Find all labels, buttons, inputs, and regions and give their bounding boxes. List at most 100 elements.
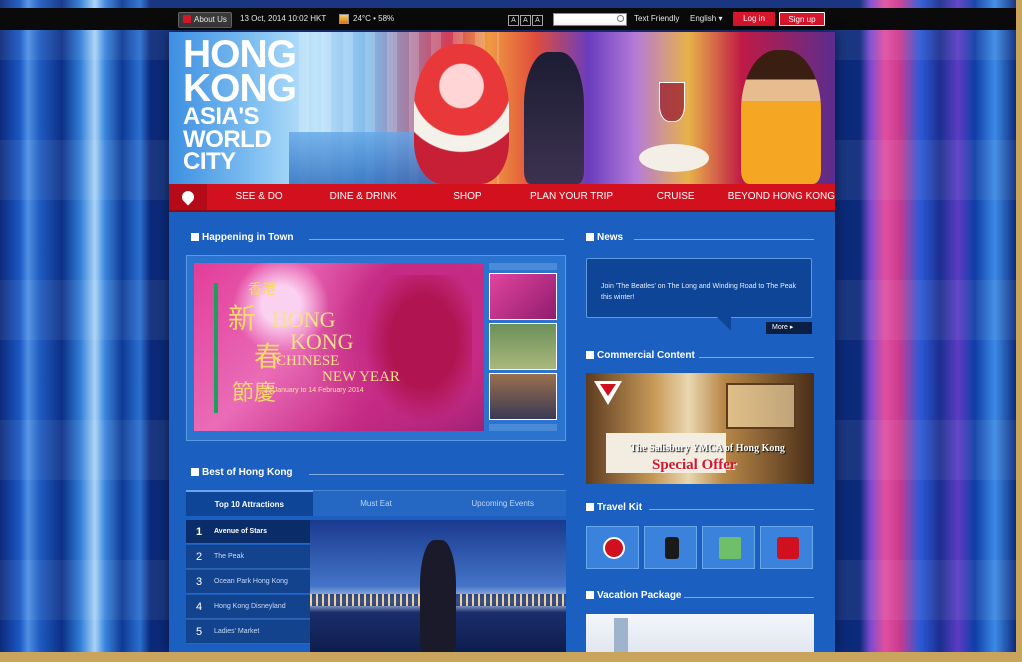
vacation-package-image[interactable] — [586, 614, 814, 652]
hero-en-line: NEW YEAR — [322, 369, 400, 385]
date-time: 13 Oct, 2014 10:02 HKT — [240, 14, 327, 23]
list-item[interactable]: 1 Avenue of Stars — [186, 520, 322, 544]
weather-icon — [339, 14, 349, 24]
home-icon[interactable] — [169, 184, 207, 210]
speech-bubble-tail — [717, 317, 731, 331]
nav-cruise[interactable]: CRUISE — [624, 184, 728, 210]
divider — [649, 509, 814, 510]
list-item-number: 2 — [196, 551, 203, 563]
travel-kit-tile[interactable] — [586, 526, 639, 569]
newspaper-icon — [586, 233, 594, 241]
site-main-column: HONG KONG ASIA'S WORLD CITY SEE & DO DIN… — [169, 32, 835, 652]
attractions-list: 1 Avenue of Stars 2 The Peak 3 Ocean Park H… — [186, 520, 322, 652]
banner-title-line: ASIA'S — [183, 103, 260, 131]
travel-kit-tile[interactable] — [760, 526, 813, 569]
news-text[interactable]: Join 'The Beatles' on The Long and Windi… — [601, 281, 801, 303]
attraction-photo[interactable] — [310, 520, 566, 652]
banner-title-line: KONG — [183, 66, 297, 110]
green-accent-bar — [214, 283, 218, 413]
login-button[interactable]: Log in — [733, 12, 775, 26]
list-item[interactable]: 4 Hong Kong Disneyland — [186, 595, 310, 619]
list-item-number: 1 — [196, 526, 203, 538]
news-heading-label: News — [597, 232, 624, 243]
tab-top-10-attractions[interactable]: Top 10 Attractions — [186, 490, 313, 516]
best-of-hk-heading: Best of Hong Kong — [191, 467, 293, 478]
font-size-large-button[interactable]: A — [532, 15, 543, 26]
carousel-down-arrow-icon[interactable] — [489, 424, 557, 431]
carousel-thumbnail[interactable] — [489, 323, 557, 370]
temperature-humidity: 24°C • 58% — [353, 14, 395, 23]
search-icon[interactable] — [617, 15, 624, 22]
thumbs-up-icon — [191, 468, 199, 476]
carousel-thumbnails — [489, 263, 557, 431]
list-item-label: Hong Kong Disneyland — [214, 603, 286, 610]
list-item[interactable]: 5 Ladies' Market — [186, 620, 310, 644]
carousel-up-arrow-icon[interactable] — [489, 263, 557, 270]
happening-carousel: 香港 新 春 節慶 HONG KONG CHINESE NEW YEAR 25 … — [186, 255, 566, 441]
screenshot-frame: About Us 13 Oct, 2014 10:02 HKT 24°C • 5… — [0, 0, 1016, 652]
ad-special-offer: Special Offer — [652, 457, 737, 473]
nav-beyond-hong-kong[interactable]: BEYOND HONG KONG — [728, 184, 835, 210]
text-friendly-link[interactable]: Text Friendly — [634, 12, 679, 26]
mobile-app-icon — [665, 537, 679, 559]
chinese-new-year-banner[interactable]: 香港 新 春 節慶 HONG KONG CHINESE NEW YEAR 25 … — [194, 263, 484, 431]
happening-heading-label: Happening in Town — [202, 232, 294, 243]
travel-kit-tile[interactable] — [644, 526, 697, 569]
travel-kit-heading: Travel Kit — [586, 502, 642, 513]
window-view — [726, 383, 796, 429]
palm-tree-icon — [586, 591, 594, 599]
nav-shop[interactable]: SHOP — [415, 184, 519, 210]
dinner-plate — [639, 144, 709, 172]
bruce-lee-statue — [420, 540, 456, 652]
font-size-controls: AAA — [508, 13, 544, 27]
best-of-tabs: Top 10 Attractions Must Eat Upcoming Eve… — [186, 490, 567, 516]
list-item-number: 3 — [196, 576, 203, 588]
carousel-thumbnail[interactable] — [489, 373, 557, 420]
search-input[interactable] — [553, 13, 627, 26]
about-us-label: About Us — [194, 15, 227, 24]
hk-logo-icon — [183, 15, 191, 23]
language-select[interactable]: English ▾ — [690, 12, 722, 26]
about-us-button[interactable]: About Us — [178, 12, 232, 28]
list-item-label: Ladies' Market — [214, 628, 260, 635]
divider — [309, 474, 564, 475]
list-item-number: 5 — [196, 626, 203, 638]
divider — [699, 357, 814, 358]
ymca-logo-icon — [594, 381, 622, 405]
hero-banner: HONG KONG ASIA'S WORLD CITY — [169, 32, 835, 184]
map-icon — [719, 537, 741, 559]
font-size-small-button[interactable]: A — [508, 15, 519, 26]
lion-dance-figure — [414, 44, 509, 184]
ymca-advertisement[interactable]: The Salisbury YMCA of Hong Kong Special … — [586, 373, 814, 484]
commercial-heading: Commercial Content — [586, 350, 695, 361]
happening-heading: Happening in Town — [191, 232, 293, 243]
nav-plan-your-trip[interactable]: PLAN YOUR TRIP — [519, 184, 623, 210]
nav-see-and-do[interactable]: SEE & DO — [207, 184, 311, 210]
font-size-medium-button[interactable]: A — [520, 15, 531, 26]
news-more-label: More — [772, 324, 788, 331]
travel-kit-tile[interactable] — [702, 526, 755, 569]
tab-must-eat[interactable]: Must Eat — [312, 490, 440, 516]
visitor-centre-icon — [603, 537, 625, 559]
list-item[interactable]: 3 Ocean Park Hong Kong — [186, 570, 310, 594]
main-navigation: SEE & DO DINE & DRINK SHOP PLAN YOUR TRI… — [169, 184, 835, 212]
signup-button[interactable]: Sign up — [779, 12, 825, 26]
divider — [684, 597, 814, 598]
news-more-button[interactable]: More ▸ — [766, 322, 812, 334]
tab-upcoming-events[interactable]: Upcoming Events — [439, 490, 567, 516]
hero-en-line: KONG — [290, 329, 354, 354]
hero-cn-small: 香港 — [248, 282, 276, 298]
pen-icon — [586, 503, 594, 511]
travel-kit-heading-label: Travel Kit — [597, 502, 643, 513]
banner-title: HONG KONG ASIA'S WORLD CITY — [183, 35, 297, 176]
list-item-label: The Peak — [214, 553, 244, 560]
banner-title-line: CITY — [183, 148, 236, 176]
tv-icon — [586, 351, 594, 359]
shopping-woman-figure — [741, 50, 821, 184]
banner-title-line: WORLD — [183, 125, 272, 153]
hero-en-line: CHINESE — [276, 353, 340, 369]
list-item-number: 4 — [196, 601, 203, 613]
carousel-thumbnail[interactable] — [489, 273, 557, 320]
nav-dine-and-drink[interactable]: DINE & DRINK — [311, 184, 415, 210]
list-item[interactable]: 2 The Peak — [186, 545, 310, 569]
